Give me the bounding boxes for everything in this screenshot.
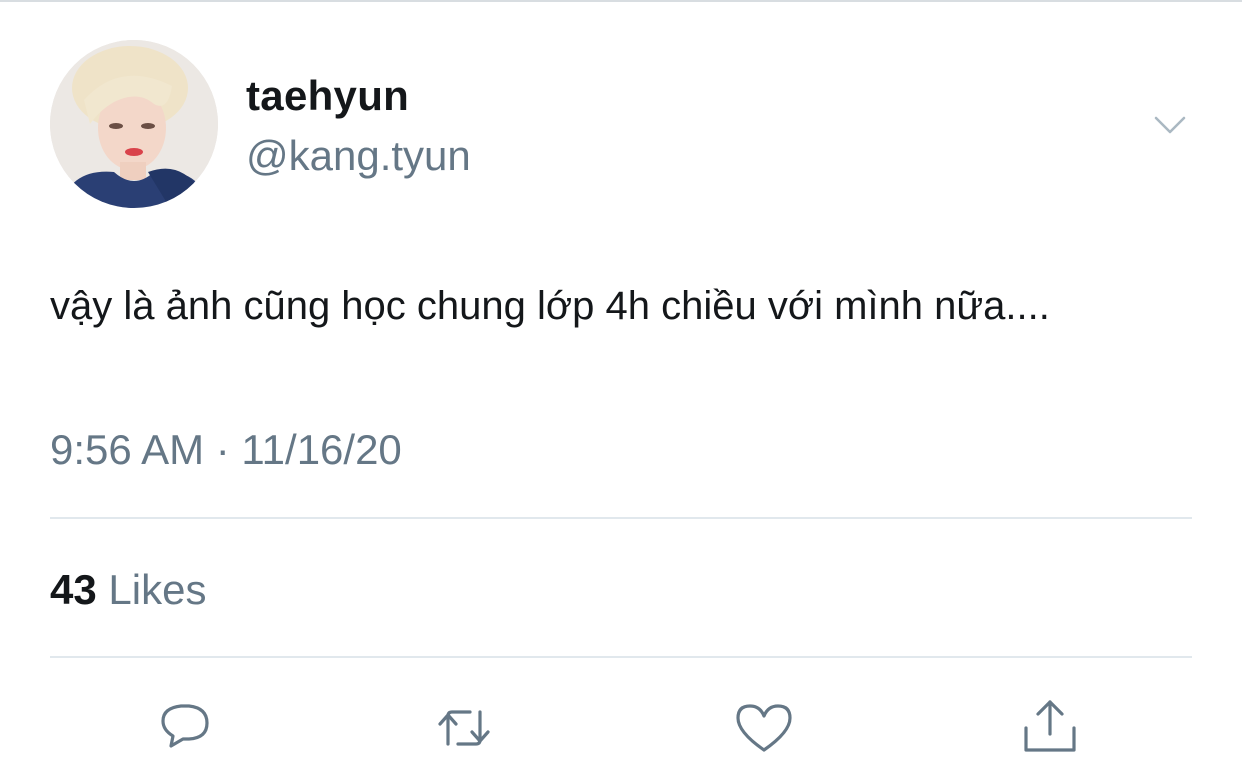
share-button[interactable]	[1018, 696, 1082, 760]
heart-icon	[736, 704, 792, 752]
retweet-button[interactable]	[432, 696, 496, 760]
divider	[50, 517, 1192, 519]
reply-button[interactable]	[153, 696, 217, 760]
avatar-photo	[50, 40, 218, 208]
avatar[interactable]	[50, 40, 218, 208]
display-name[interactable]: taehyun	[246, 72, 409, 120]
share-icon	[1024, 700, 1076, 752]
retweet-icon	[438, 710, 490, 746]
top-divider	[0, 0, 1242, 2]
tweet-text: vậy là ảnh cũng học chung lớp 4h chiều v…	[50, 284, 1050, 328]
tweet-timestamp[interactable]: 9:56 AM · 11/16/20	[50, 426, 402, 474]
more-options-button[interactable]	[1148, 104, 1192, 144]
like-button[interactable]	[732, 696, 796, 760]
likes-stat[interactable]: 43 Likes	[50, 566, 206, 614]
reply-icon	[161, 704, 209, 748]
likes-count: 43	[50, 566, 97, 613]
chevron-down-icon	[1154, 116, 1186, 134]
likes-label: Likes	[108, 566, 207, 613]
divider	[50, 656, 1192, 658]
user-handle[interactable]: @kang.tyun	[246, 132, 471, 180]
